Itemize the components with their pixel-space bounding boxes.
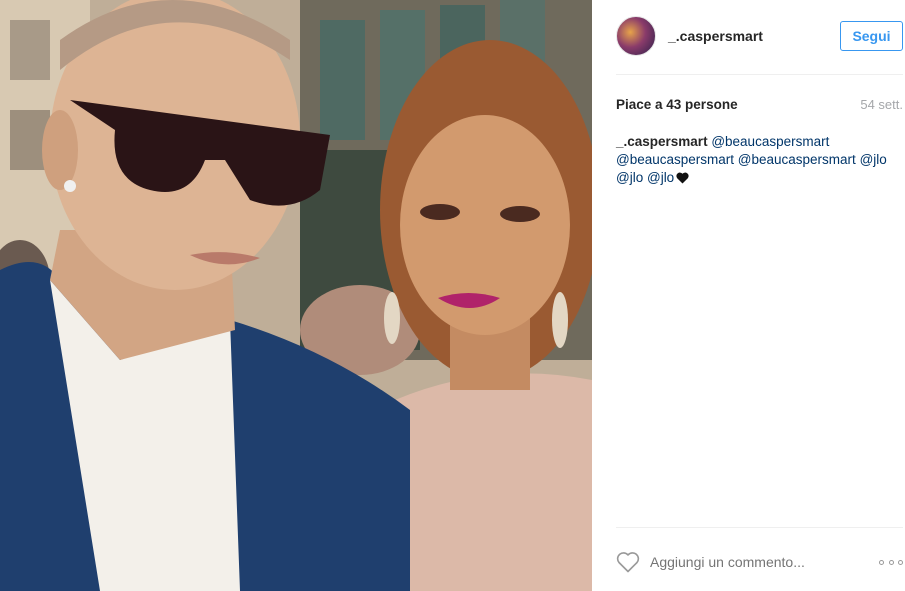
comment-divider — [616, 527, 903, 528]
mention-link[interactable]: @beaucaspersmart — [616, 152, 734, 167]
post-time[interactable]: 54 sett. — [860, 97, 903, 112]
post-side-panel: _.caspersmart Segui Piace a 43 persone 5… — [592, 0, 905, 591]
mention-link[interactable]: @jlo — [647, 170, 674, 185]
post-photo[interactable] — [0, 0, 592, 591]
caption-username[interactable]: _.caspersmart — [616, 134, 708, 149]
mention-link[interactable]: @jlo — [616, 170, 643, 185]
comment-row — [616, 548, 903, 576]
post-header: _.caspersmart Segui — [616, 14, 903, 58]
heart-outline-icon[interactable] — [616, 551, 640, 573]
black-heart-icon — [676, 171, 689, 189]
username-link[interactable]: _.caspersmart — [668, 28, 840, 44]
stats-row: Piace a 43 persone 54 sett. — [616, 96, 903, 112]
follow-button[interactable]: Segui — [840, 21, 903, 51]
more-options-icon[interactable] — [879, 558, 903, 566]
caption: _.caspersmart @beaucaspersmart @beaucasp… — [616, 133, 903, 189]
likes-count[interactable]: Piace a 43 persone — [616, 97, 738, 112]
post-photo-illustration — [0, 0, 592, 591]
avatar[interactable] — [616, 16, 656, 56]
mention-link[interactable]: @beaucaspersmart — [711, 134, 829, 149]
mention-link[interactable]: @beaucaspersmart — [738, 152, 856, 167]
comment-input[interactable] — [650, 554, 879, 570]
mention-link[interactable]: @jlo — [860, 152, 887, 167]
header-divider — [616, 74, 903, 75]
